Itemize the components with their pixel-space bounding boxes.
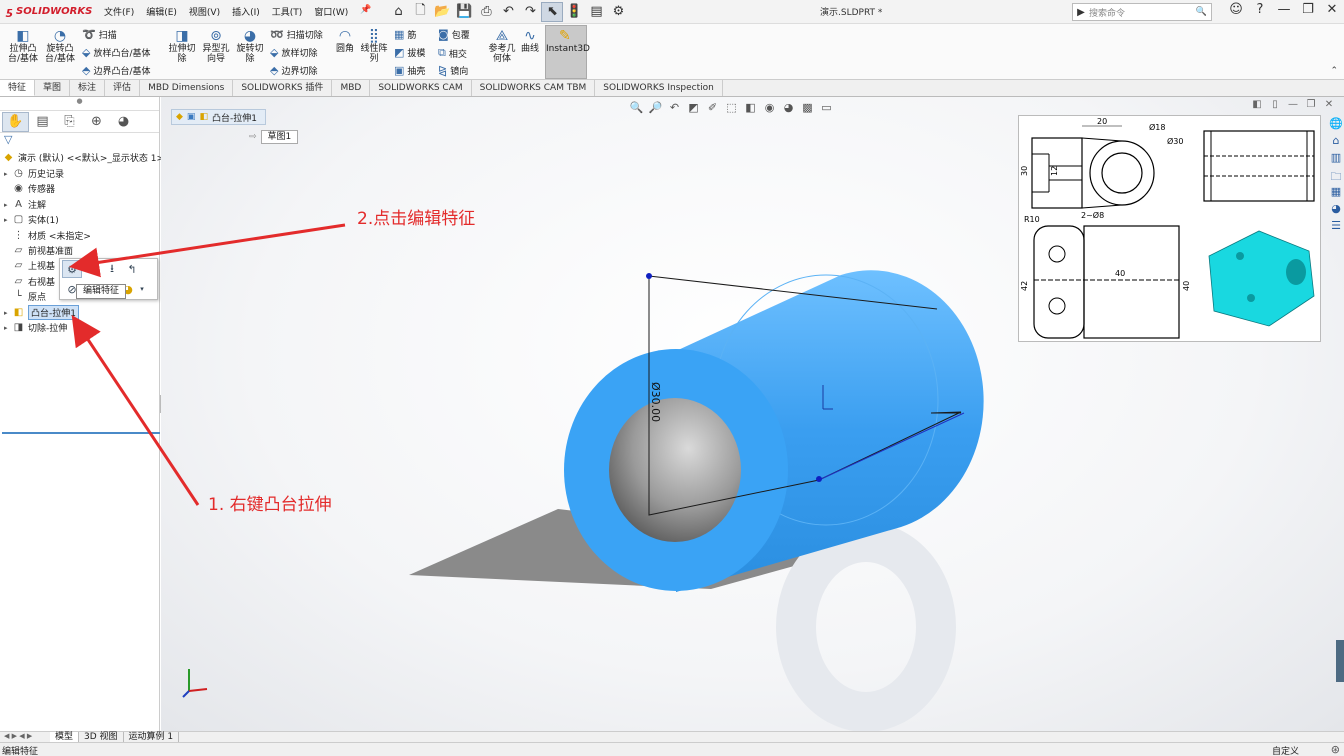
annotation-arrow-1	[71, 315, 200, 506]
bottom-tabs: ◀ ▶ ◀ ▶ 模型 3D 视图 运动算例 1	[0, 731, 1344, 742]
tab-3d-view[interactable]: 3D 视图	[79, 732, 124, 742]
right-edge-widget[interactable]	[1336, 640, 1344, 682]
tab-navigation-arrows[interactable]: ◀ ▶ ◀ ▶	[0, 732, 50, 742]
status-bar: 编辑特征 自定义 ⊛	[0, 742, 1344, 756]
status-text: 编辑特征	[2, 747, 39, 756]
tab-model[interactable]: 模型	[50, 732, 80, 742]
annotation-overlay	[69, 223, 346, 506]
units-custom[interactable]: 自定义	[1272, 744, 1299, 756]
annotation-step-1: 1. 右键凸台拉伸	[208, 495, 332, 515]
annotation-arrow-2	[69, 223, 346, 278]
tab-motion-study[interactable]: 运动算例 1	[124, 732, 180, 742]
status-help-icon[interactable]: ⊛	[1331, 743, 1340, 756]
annotation-step-2: 2.点击编辑特征	[357, 209, 476, 229]
